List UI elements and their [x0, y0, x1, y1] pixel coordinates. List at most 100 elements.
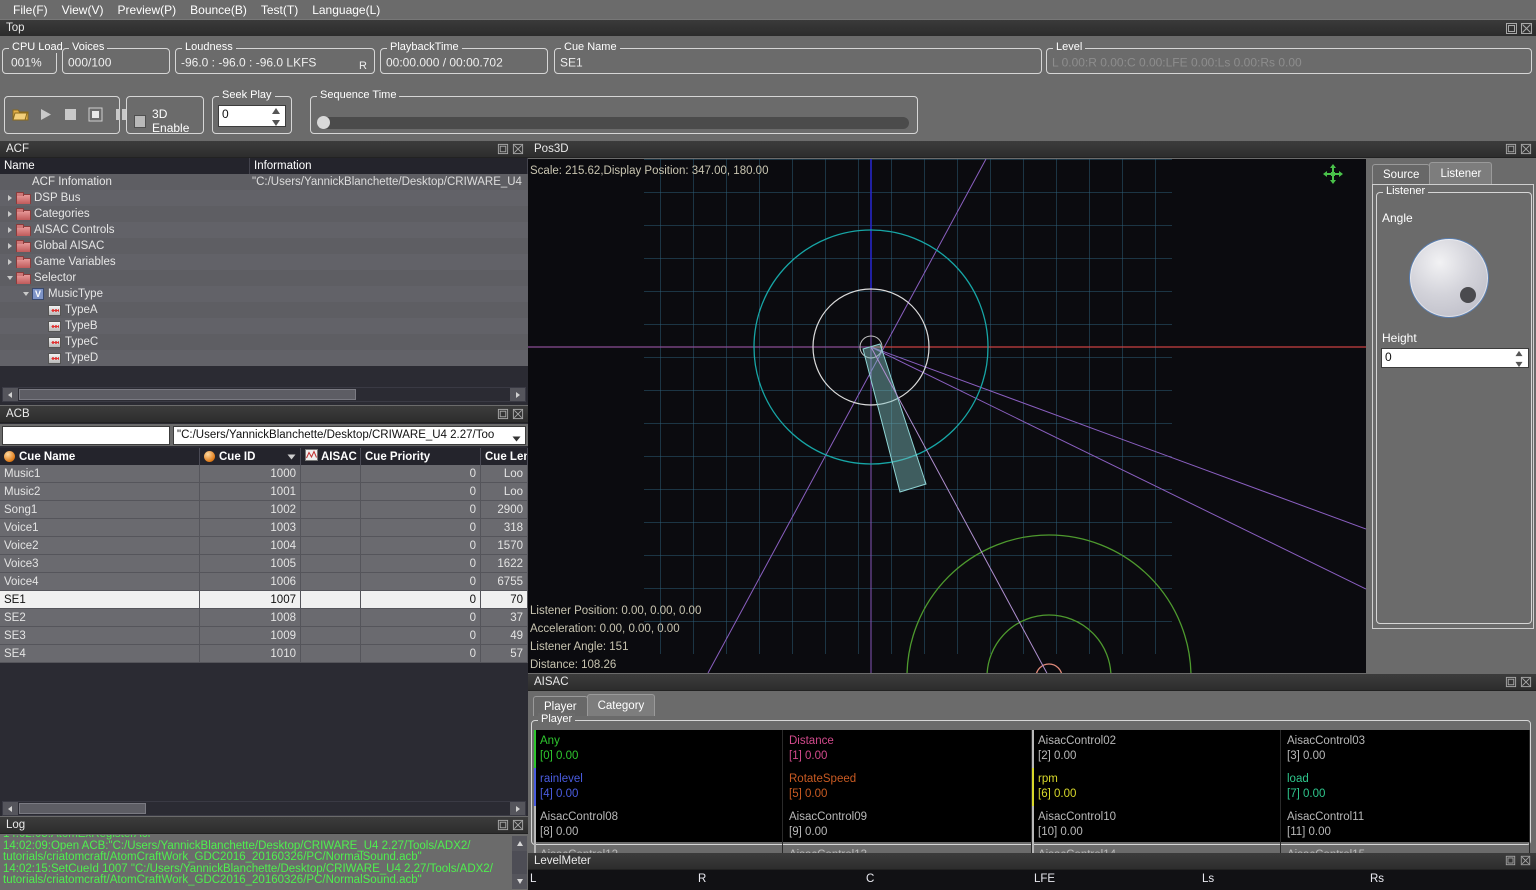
seek-play-stepper[interactable]: [270, 107, 284, 127]
acf-tree-row[interactable]: ACF Infomation"C:/Users/YannickBlanchett…: [0, 174, 528, 190]
acb-path-combobox[interactable]: "C:/Users/YannickBlanchette/Desktop/CRIW…: [173, 426, 526, 445]
acf-tree-row[interactable]: TypeB: [0, 318, 528, 334]
acf-tree-row[interactable]: DSP Bus: [0, 190, 528, 206]
collapse-arrow-icon[interactable]: [4, 276, 16, 280]
acb-close-icon[interactable]: [512, 408, 525, 421]
acf-tree-row[interactable]: Selector: [0, 270, 528, 286]
acb-column-aisac[interactable]: AISAC: [301, 448, 361, 465]
acf-tree-row[interactable]: AISAC Controls: [0, 222, 528, 238]
tab-listener[interactable]: Listener: [1429, 162, 1492, 184]
table-row[interactable]: Music110000Loo: [0, 465, 528, 483]
menu-item-preview[interactable]: Preview(P): [110, 2, 183, 18]
acf-close-icon[interactable]: [512, 143, 525, 156]
aisac-control-cell[interactable]: AisacControl03[3] 0.00: [1281, 730, 1530, 768]
table-row[interactable]: SE21008037: [0, 609, 528, 627]
menu-item-language[interactable]: Language(L): [305, 2, 387, 18]
collapse-arrow-icon[interactable]: [20, 292, 32, 296]
expand-arrow-icon[interactable]: [4, 243, 16, 249]
table-row[interactable]: Voice4100606755: [0, 573, 528, 591]
table-row[interactable]: SE31009049: [0, 627, 528, 645]
acb-scroll-left-icon[interactable]: [3, 802, 18, 815]
aisac-control-cell[interactable]: AisacControl08[8] 0.00: [534, 806, 783, 844]
aisac-control-cell[interactable]: AisacControl02[2] 0.00: [1032, 730, 1281, 768]
aisac-control-cell[interactable]: rpm[6] 0.00: [1032, 768, 1281, 806]
aisac-control-cell[interactable]: AisacControl09[9] 0.00: [783, 806, 1032, 844]
listener-height-stepper[interactable]: [1513, 350, 1527, 368]
chevron-down-icon[interactable]: [512, 433, 521, 445]
tab-aisac-category[interactable]: Category: [587, 694, 656, 716]
acb-hscrollbar[interactable]: [2, 801, 526, 816]
table-row[interactable]: Voice110030318: [0, 519, 528, 537]
acb-column-cue-id[interactable]: Cue ID: [200, 448, 301, 465]
levelmeter-close-icon[interactable]: [1520, 855, 1533, 868]
table-row[interactable]: SE41010057: [0, 645, 528, 663]
acf-scroll-right-icon[interactable]: [510, 388, 525, 401]
aisac-control-cell[interactable]: Any[0] 0.00: [534, 730, 783, 768]
acb-column-cue-priority[interactable]: Cue Priority: [361, 448, 481, 465]
acf-scroll-left-icon[interactable]: [3, 388, 18, 401]
acf-column-name[interactable]: Name: [0, 158, 250, 174]
log-vscrollbar[interactable]: [512, 836, 527, 889]
aisac-restore-icon[interactable]: [1505, 676, 1518, 689]
seek-play-input[interactable]: 0: [218, 105, 286, 127]
table-row[interactable]: Voice3100501622: [0, 555, 528, 573]
acf-hscrollbar[interactable]: [2, 387, 526, 402]
aisac-control-cell[interactable]: Distance[1] 0.00: [783, 730, 1032, 768]
aisac-control-cell[interactable]: load[7] 0.00: [1281, 768, 1530, 806]
expand-arrow-icon[interactable]: [4, 227, 16, 233]
acf-column-information[interactable]: Information: [250, 158, 528, 174]
acf-tree-row[interactable]: TypeA: [0, 302, 528, 318]
table-row[interactable]: Voice2100401570: [0, 537, 528, 555]
acb-column-cue-len[interactable]: Cue Len: [481, 448, 528, 465]
menu-item-file[interactable]: File(F): [6, 2, 55, 18]
menu-item-test[interactable]: Test(T): [254, 2, 305, 18]
listener-angle-knob[interactable]: [1409, 238, 1489, 318]
record-icon[interactable]: [86, 105, 104, 123]
log-restore-icon[interactable]: [497, 819, 510, 832]
acb-column-cue-name[interactable]: Cue Name: [0, 448, 200, 465]
acf-tree-row[interactable]: TypeC: [0, 334, 528, 350]
acf-tree-row[interactable]: TypeD: [0, 350, 528, 366]
acb-scroll-thumb[interactable]: [19, 803, 146, 814]
log-scroll-down-icon[interactable]: [512, 874, 527, 889]
table-row[interactable]: Song1100202900: [0, 501, 528, 519]
aisac-control-cell[interactable]: RotateSpeed[5] 0.00: [783, 768, 1032, 806]
acf-tree-row[interactable]: Game Variables: [0, 254, 528, 270]
acb-search-input[interactable]: [2, 426, 170, 445]
pos3d-restore-icon[interactable]: [1505, 143, 1518, 156]
aisac-control-cell[interactable]: AisacControl10[10] 0.00: [1032, 806, 1281, 844]
sequence-time-knob[interactable]: [317, 116, 330, 129]
tab-source[interactable]: Source: [1372, 164, 1430, 184]
open-folder-icon[interactable]: [11, 105, 29, 123]
3d-enable-checkbox[interactable]: [134, 115, 146, 128]
acb-restore-icon[interactable]: [497, 408, 510, 421]
acb-scroll-right-icon[interactable]: [510, 802, 525, 815]
aisac-control-cell[interactable]: rainlevel[4] 0.00: [534, 768, 783, 806]
restore-icon[interactable]: [1505, 22, 1518, 35]
play-icon[interactable]: [36, 105, 54, 123]
log-scroll-up-icon[interactable]: [512, 836, 527, 851]
pos3d-viewport[interactable]: Scale: 215.62,Display Position: 347.00, …: [528, 159, 1366, 673]
expand-arrow-icon[interactable]: [4, 195, 16, 201]
levelmeter-restore-icon[interactable]: [1505, 855, 1518, 868]
sequence-time-slider[interactable]: [317, 117, 909, 129]
expand-arrow-icon[interactable]: [4, 211, 16, 217]
aisac-control-cell[interactable]: AisacControl11[11] 0.00: [1281, 806, 1530, 844]
acf-tree-row[interactable]: Global AISAC: [0, 238, 528, 254]
table-row[interactable]: SE11007070: [0, 591, 528, 609]
log-close-icon[interactable]: [512, 819, 525, 832]
pos3d-close-icon[interactable]: [1520, 143, 1533, 156]
acf-tree-row[interactable]: Categories: [0, 206, 528, 222]
acf-tree-row[interactable]: VMusicType: [0, 286, 528, 302]
close-icon[interactable]: [1520, 22, 1533, 35]
listener-height-input[interactable]: 0: [1381, 348, 1529, 368]
menu-item-bounce[interactable]: Bounce(B): [183, 2, 254, 18]
stop-icon[interactable]: [61, 105, 79, 123]
acf-scroll-thumb[interactable]: [19, 389, 356, 400]
table-row[interactable]: Music210010Loo: [0, 483, 528, 501]
menu-item-view[interactable]: View(V): [55, 2, 111, 18]
log-body[interactable]: 14:02:05:AtomExRegisterAcf14:02:09:Open …: [1, 835, 511, 889]
move-crosshair-icon[interactable]: [1322, 163, 1344, 188]
aisac-close-icon[interactable]: [1520, 676, 1533, 689]
expand-arrow-icon[interactable]: [4, 259, 16, 265]
